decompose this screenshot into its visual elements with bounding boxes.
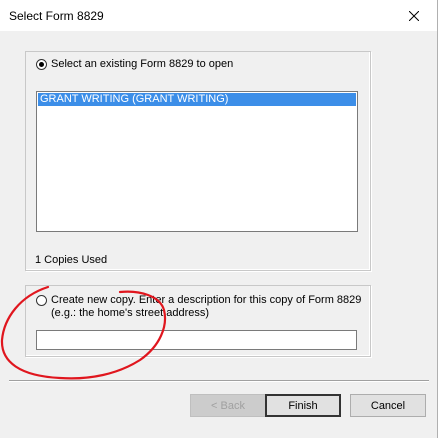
title-bar: Select Form 8829 xyxy=(0,0,437,31)
list-item[interactable]: GRANT WRITING (GRANT WRITING) xyxy=(38,93,356,106)
window-title: Select Form 8829 xyxy=(9,9,104,23)
back-button[interactable]: < Back xyxy=(190,394,266,417)
new-copy-radio[interactable] xyxy=(36,295,47,306)
copies-used-label: 1 Copies Used xyxy=(35,254,108,266)
close-button[interactable] xyxy=(391,0,437,31)
existing-form-radio[interactable] xyxy=(36,59,47,70)
new-copy-radio-label: Create new copy. Enter a description for… xyxy=(51,294,361,320)
description-input[interactable] xyxy=(36,330,357,350)
close-icon xyxy=(409,10,419,21)
new-copy-label-line2: (e.g.: the home's street address) xyxy=(51,307,210,319)
finish-button[interactable]: Finish xyxy=(265,394,341,417)
dialog-window: Select Form 8829 Select an existing Form… xyxy=(0,0,438,438)
cancel-button[interactable]: Cancel xyxy=(350,394,426,417)
existing-forms-listbox[interactable]: GRANT WRITING (GRANT WRITING) xyxy=(36,91,358,232)
button-separator xyxy=(9,380,429,382)
new-copy-label-line1: Create new copy. Enter a description for… xyxy=(51,294,362,306)
new-copy-option[interactable]: Create new copy. Enter a description for… xyxy=(36,294,361,320)
existing-form-radio-label: Select an existing Form 8829 to open xyxy=(51,58,234,70)
existing-form-option[interactable]: Select an existing Form 8829 to open xyxy=(36,58,233,71)
